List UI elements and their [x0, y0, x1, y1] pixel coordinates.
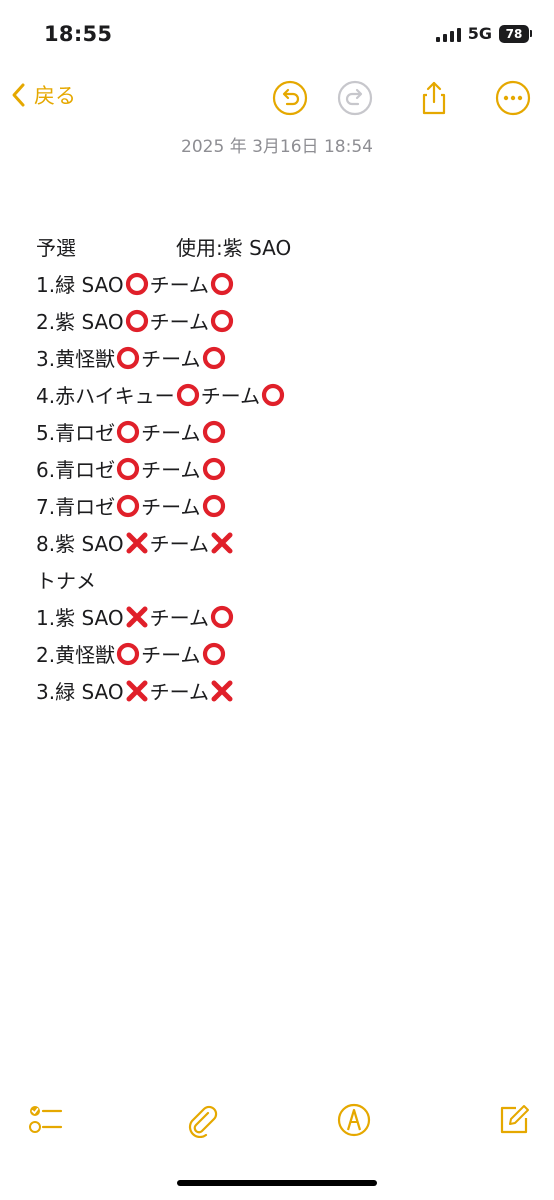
red-circle-icon [116, 642, 140, 665]
red-circle-icon [176, 383, 199, 406]
red-cross-icon [211, 680, 233, 701]
network-type: 5G [467, 24, 492, 43]
note-line-text: 1.緑 SAO [36, 273, 124, 297]
note-line-suffix: チーム [200, 384, 261, 408]
note-line: 2.紫 SAO チーム [36, 302, 291, 339]
note-line-suffix: チーム [149, 310, 209, 334]
red-circle-icon [202, 457, 225, 480]
red-cross-icon [211, 532, 233, 553]
more-icon[interactable] [494, 79, 532, 117]
red-circle-icon [210, 309, 234, 332]
red-circle-icon [210, 605, 234, 628]
red-cross-icon [126, 680, 148, 701]
note-line-suffix: チーム [149, 606, 209, 630]
red-circle-icon [210, 272, 234, 295]
note-line: 3.黄怪獣 チーム [36, 339, 291, 376]
note-line: 1.緑 SAO チーム [36, 265, 291, 302]
status-time: 18:55 [44, 22, 113, 46]
cellular-signal-icon [435, 26, 461, 42]
red-circle-icon [125, 272, 148, 295]
red-circle-icon [116, 457, 140, 480]
red-circle-icon [125, 309, 148, 332]
note-timestamp: 2025 年 3月16日 18:54 [181, 137, 373, 157]
note-line-suffix: チーム [141, 421, 201, 445]
note-line-suffix: チーム [141, 458, 201, 482]
note-line-suffix: チーム [149, 532, 209, 556]
note-line-text: 4.赤ハイキュー [36, 384, 175, 408]
note-line: 8.紫 SAO チーム [36, 524, 291, 561]
note-line-text: 3.黄怪獣 [36, 347, 116, 371]
red-circle-icon [202, 494, 225, 517]
red-circle-icon [202, 420, 225, 443]
note-line-text: 予選 使用:紫 SAO [36, 236, 292, 260]
note-line: 7.青ロゼ チーム [36, 487, 291, 524]
note-line-text: 1.紫 SAO [36, 606, 124, 630]
red-cross-icon [126, 532, 148, 553]
home-indicator [177, 1180, 377, 1186]
checklist-icon[interactable] [28, 1102, 64, 1138]
markup-icon[interactable] [336, 1102, 372, 1138]
back-label: 戻る [34, 84, 76, 108]
redo-icon[interactable] [336, 79, 374, 117]
red-circle-icon [116, 346, 140, 369]
note-line-text: 5.青ロゼ [36, 421, 116, 445]
note-line: トナメ [36, 561, 291, 598]
note-body[interactable]: 予選 使用:紫 SAO 1.緑 SAO チーム 2.紫 SAO チーム 3.黄怪獣 チーム 4… [36, 228, 291, 709]
share-icon[interactable] [415, 79, 453, 117]
note-line: 予選 使用:紫 SAO [36, 228, 291, 265]
note-line-suffix: チーム [149, 273, 209, 297]
note-line-text: 2.黄怪獣 [36, 643, 116, 667]
note-line-text: 3.緑 SAO [36, 680, 124, 704]
note-line-suffix: チーム [149, 680, 209, 704]
red-cross-icon [126, 606, 148, 627]
red-circle-icon [202, 346, 225, 369]
red-circle-icon [261, 383, 285, 406]
red-circle-icon [116, 494, 140, 517]
chevron-left-icon [12, 83, 25, 107]
red-circle-icon [116, 420, 140, 443]
back-button[interactable]: 戻る [10, 80, 76, 110]
note-line: 5.青ロゼ チーム [36, 413, 291, 450]
note-line-suffix: チーム [141, 495, 201, 519]
note-line-text: 7.青ロゼ [36, 495, 116, 519]
undo-icon[interactable] [271, 79, 309, 117]
note-line-suffix: チーム [141, 643, 201, 667]
attachment-icon[interactable] [184, 1102, 220, 1138]
note-line-suffix: チーム [141, 347, 201, 371]
red-circle-icon [202, 642, 225, 665]
note-line-text: 6.青ロゼ [36, 458, 116, 482]
note-line: 1.紫 SAO チーム [36, 598, 291, 635]
note-line: 3.緑 SAO チーム [36, 672, 291, 709]
status-indicators: 5G 78 [435, 24, 532, 43]
note-line: 4.赤ハイキュー チーム [36, 376, 291, 413]
compose-icon[interactable] [496, 1102, 532, 1138]
note-line-text: トナメ [36, 569, 96, 593]
battery-icon: 78 [499, 24, 532, 43]
note-line-text: 8.紫 SAO [36, 532, 124, 556]
note-line: 2.黄怪獣 チーム [36, 635, 291, 672]
battery-level: 78 [499, 24, 529, 43]
note-line-text: 2.紫 SAO [36, 310, 124, 334]
note-line: 6.青ロゼ チーム [36, 450, 291, 487]
